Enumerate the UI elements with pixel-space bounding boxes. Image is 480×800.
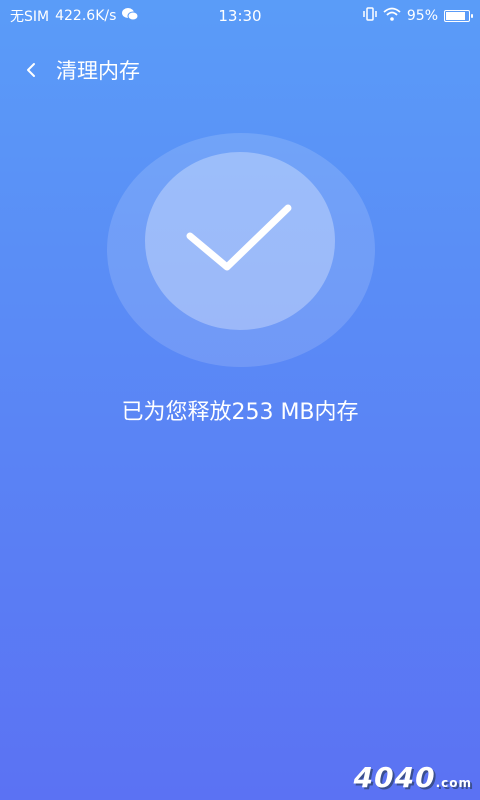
checkmark-icon	[186, 204, 292, 271]
cleanup-result-message: 已为您释放253 MB内存	[121, 400, 359, 425]
chevron-left-icon	[27, 63, 35, 77]
app-header: 清理内存	[0, 50, 480, 90]
watermark-suffix: .com	[435, 776, 472, 790]
clock: 13:30	[218, 7, 262, 25]
battery-fill	[446, 12, 465, 20]
page-title: 清理内存	[56, 59, 140, 83]
watermark-text: 4040	[353, 761, 436, 794]
battery-icon	[444, 10, 473, 22]
back-button[interactable]	[8, 50, 54, 90]
status-bar: 无SIM 422.6K/s 13:30 95%	[0, 0, 480, 32]
site-watermark: 4040.com	[354, 761, 472, 794]
